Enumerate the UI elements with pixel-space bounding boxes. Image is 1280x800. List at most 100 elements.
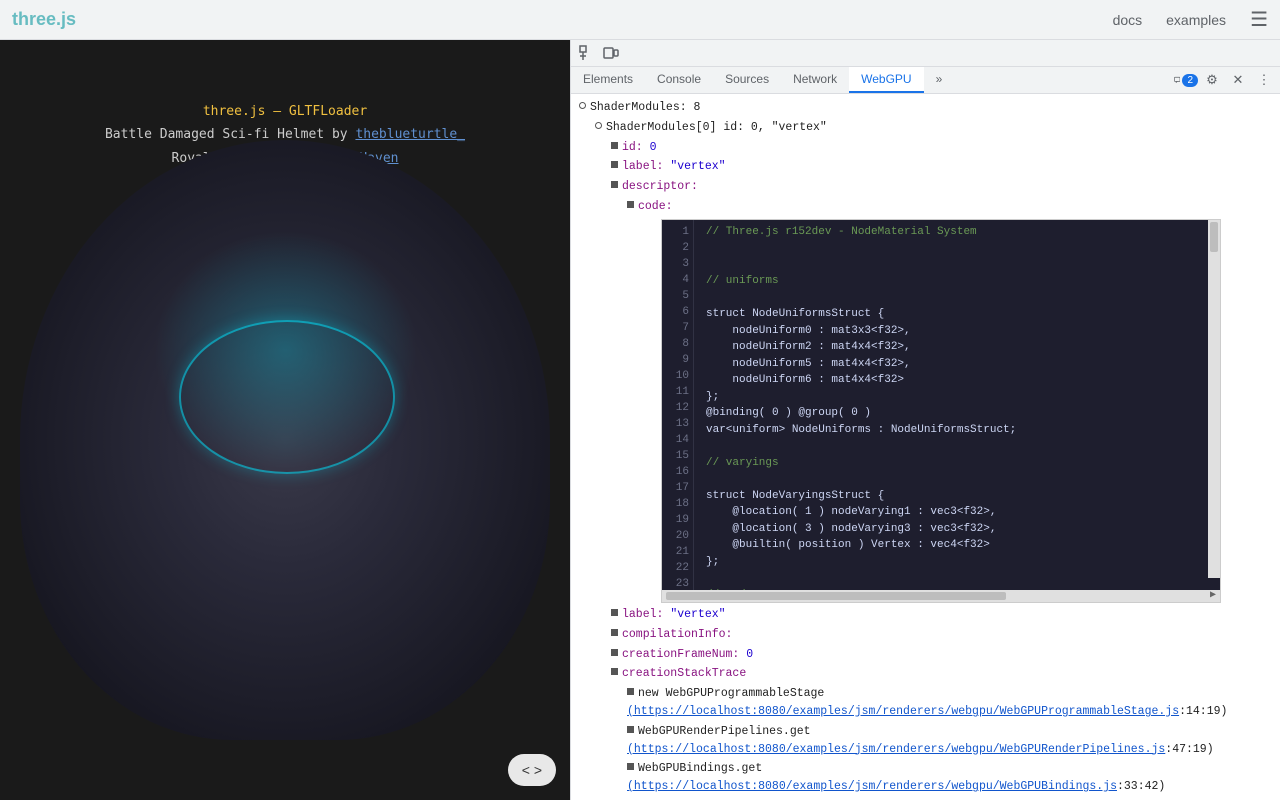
code-line: var<uniform> NodeUniforms : NodeUniforms…: [706, 422, 1212, 439]
site-logo[interactable]: three.js: [12, 9, 76, 30]
line-number: 16: [666, 464, 689, 480]
tree-shader-modules[interactable]: ShaderModules: 8: [571, 98, 1280, 118]
stack-link-1[interactable]: (https://localhost:8080/examples/jsm/ren…: [627, 741, 1165, 759]
stack-method-0: new WebGPUProgrammableStage: [638, 685, 824, 703]
stack-item[interactable]: WebGPURenderPipelines.get (https://local…: [571, 722, 1280, 760]
tab-more[interactable]: »: [924, 67, 955, 93]
code-line: struct NodeVaryingsStruct {: [706, 488, 1212, 505]
code-line: // varyings: [706, 455, 1212, 472]
code-scrollbar-h-thumb[interactable]: [666, 592, 1006, 600]
nav-examples[interactable]: examples: [1166, 12, 1226, 28]
settings-icon[interactable]: ⚙: [1200, 68, 1224, 92]
code-line: // uniforms: [706, 273, 1212, 290]
code-line: // codes: [706, 587, 1212, 590]
tab-sources[interactable]: Sources: [713, 67, 781, 93]
property-bullet-code: [627, 201, 634, 208]
line-number: 5: [666, 288, 689, 304]
line-number: 19: [666, 512, 689, 528]
code-line: [706, 438, 1212, 455]
line-number: 11: [666, 384, 689, 400]
stack-bullet-2: [627, 763, 634, 770]
shader-modules-label: ShaderModules: 8: [590, 99, 700, 117]
nav-arrows-button[interactable]: < >: [508, 754, 556, 786]
scroll-right-arrow[interactable]: ▶: [1210, 588, 1216, 604]
stack-location-0: :14:19): [1179, 703, 1227, 721]
code-block[interactable]: 1234567891011121314151617181920212223242…: [662, 220, 1220, 590]
code-block-container: 1234567891011121314151617181920212223242…: [661, 219, 1221, 603]
devtools-tab-actions: 2 ⚙ ✕ ⋮: [1170, 67, 1280, 93]
code-scrollbar-vertical[interactable]: [1208, 220, 1220, 578]
line-number: 3: [666, 256, 689, 272]
code-line: };: [706, 389, 1212, 406]
tree-label[interactable]: label: "vertex": [571, 157, 1280, 177]
tab-webgpu[interactable]: WebGPU: [849, 67, 923, 93]
device-toolbar-icon[interactable]: [599, 41, 623, 65]
line-number: 7: [666, 320, 689, 336]
code-line: nodeUniform5 : mat4x4<f32>,: [706, 356, 1212, 373]
tree-compilation-info[interactable]: compilationInfo:: [571, 625, 1280, 645]
tree-creation-stack[interactable]: creationStackTrace: [571, 664, 1280, 684]
creation-frame-key: creationFrameNum:: [622, 646, 739, 664]
code-line: struct NodeUniformsStruct {: [706, 306, 1212, 323]
code-line: nodeUniform0 : mat3x3<f32>,: [706, 323, 1212, 340]
code-line: [706, 290, 1212, 307]
line-number: 9: [666, 352, 689, 368]
code-key: code:: [638, 198, 673, 216]
line-number: 23: [666, 576, 689, 590]
tree-id[interactable]: id: 0: [571, 138, 1280, 158]
comments-icon[interactable]: 2: [1174, 68, 1198, 92]
stack-items: new WebGPUProgrammableStage (https://loc…: [571, 684, 1280, 800]
tab-elements[interactable]: Elements: [571, 67, 645, 93]
line-number: 4: [666, 272, 689, 288]
stack-item[interactable]: WebGPUBindings.get (https://localhost:80…: [571, 759, 1280, 797]
stack-method-1: WebGPURenderPipelines.get: [638, 723, 811, 741]
collapse-icon-0[interactable]: [595, 122, 602, 129]
stack-bullet-0: [627, 688, 634, 695]
devtools-toolbar: [571, 40, 1280, 67]
line-number: 20: [666, 528, 689, 544]
tab-network[interactable]: Network: [781, 67, 849, 93]
property-bullet-label2: [611, 609, 618, 616]
property-bullet-creation-frame: [611, 649, 618, 656]
more-options-icon[interactable]: ⋮: [1252, 68, 1276, 92]
code-line: };: [706, 554, 1212, 571]
code-line: [706, 257, 1212, 274]
stack-link-2[interactable]: (https://localhost:8080/examples/jsm/ren…: [627, 778, 1117, 796]
stack-bullet-1: [627, 726, 634, 733]
inspect-element-icon[interactable]: [575, 41, 599, 65]
canvas-title: three.js – GLTFLoader: [0, 100, 570, 123]
devtools-content[interactable]: ShaderModules: 8 ShaderModules[0] id: 0,…: [571, 94, 1280, 800]
line-number: 18: [666, 496, 689, 512]
line-number: 10: [666, 368, 689, 384]
nav-links: docs examples: [1113, 12, 1227, 28]
stack-location-2: :33:42): [1117, 778, 1165, 796]
tab-console[interactable]: Console: [645, 67, 713, 93]
close-devtools-icon[interactable]: ✕: [1226, 68, 1250, 92]
stack-location-1: :47:19): [1165, 741, 1213, 759]
creation-stack-key: creationStackTrace: [622, 665, 746, 683]
code-scrollbar-horizontal[interactable]: ▶: [662, 590, 1220, 602]
canvas-credit-1-link[interactable]: theblueturtle_: [355, 127, 465, 142]
code-line: [706, 471, 1212, 488]
code-line: nodeUniform6 : mat4x4<f32>: [706, 372, 1212, 389]
stack-link-0[interactable]: (https://localhost:8080/examples/jsm/ren…: [627, 703, 1179, 721]
collapse-icon[interactable]: [579, 102, 586, 109]
tree-descriptor[interactable]: descriptor:: [571, 177, 1280, 197]
line-number: 22: [666, 560, 689, 576]
line-number: 21: [666, 544, 689, 560]
tree-creation-frame[interactable]: creationFrameNum: 0: [571, 645, 1280, 665]
line-number: 1: [666, 224, 689, 240]
tree-shader-modules-0[interactable]: ShaderModules[0] id: 0, "vertex": [571, 118, 1280, 138]
tree-label2[interactable]: label: "vertex": [571, 605, 1280, 625]
nav-docs[interactable]: docs: [1113, 12, 1143, 28]
line-number: 6: [666, 304, 689, 320]
code-line: @location( 1 ) nodeVarying1 : vec3<f32>,: [706, 504, 1212, 521]
code-line: // Three.js r152dev - NodeMaterial Syste…: [706, 224, 1212, 241]
code-scrollbar-thumb[interactable]: [1210, 222, 1218, 252]
code-line: nodeUniform2 : mat4x4<f32>,: [706, 339, 1212, 356]
stack-item[interactable]: new WebGPUProgrammableStage (https://loc…: [571, 684, 1280, 722]
code-line: [706, 570, 1212, 587]
topbar: three.js docs examples ☰: [0, 0, 1280, 40]
tree-code[interactable]: code:: [571, 197, 1280, 217]
hamburger-icon[interactable]: ☰: [1250, 7, 1268, 32]
